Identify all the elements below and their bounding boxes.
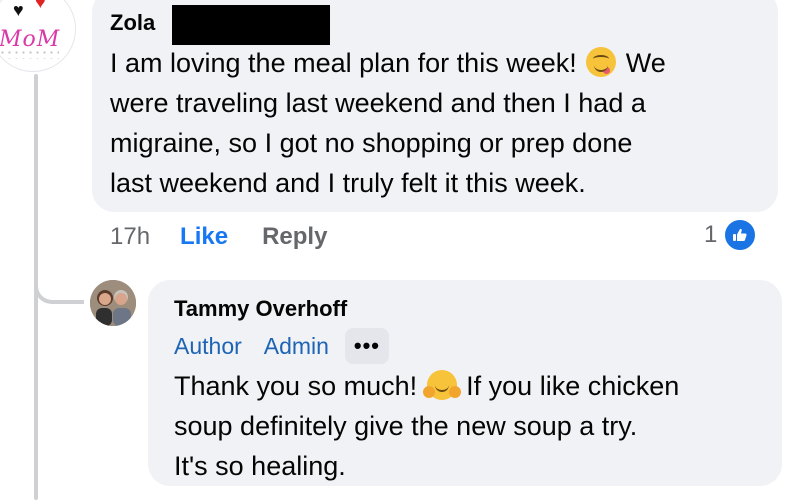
- comment-timestamp[interactable]: 17h: [110, 223, 150, 251]
- face-savoring-food-icon: [586, 47, 617, 77]
- heart-icon: ♥: [35, 0, 46, 12]
- reaction-summary[interactable]: 1: [704, 218, 758, 252]
- heart-icon: ♥: [13, 0, 24, 20]
- reaction-count: 1: [704, 221, 718, 248]
- author-badge[interactable]: Author: [174, 333, 242, 360]
- admin-badge[interactable]: Admin: [264, 333, 329, 360]
- like-button[interactable]: Like: [180, 223, 228, 251]
- hugging-face-icon: [422, 370, 461, 400]
- reply-text: Thank you so much! If you like chicken s…: [174, 370, 680, 481]
- comment-author-name[interactable]: Zola: [110, 10, 155, 36]
- reply-button[interactable]: Reply: [262, 223, 327, 251]
- reply-role-badges: Author Admin •••: [174, 328, 389, 364]
- more-options-button[interactable]: •••: [344, 328, 389, 364]
- avatar[interactable]: ♥ ♥ MoM: [0, 0, 76, 72]
- reply-connector-curve: [34, 284, 84, 304]
- redaction-bar: [172, 5, 330, 45]
- avatar-pattern: [0, 49, 59, 59]
- thumbs-up-icon: [723, 218, 758, 252]
- avatar[interactable]: [90, 280, 136, 326]
- comment-text: I am loving the meal plan for this week!…: [110, 47, 666, 198]
- comment-actions: 17h Like Reply: [110, 220, 327, 254]
- reply-author-name[interactable]: Tammy Overhoff: [174, 296, 347, 322]
